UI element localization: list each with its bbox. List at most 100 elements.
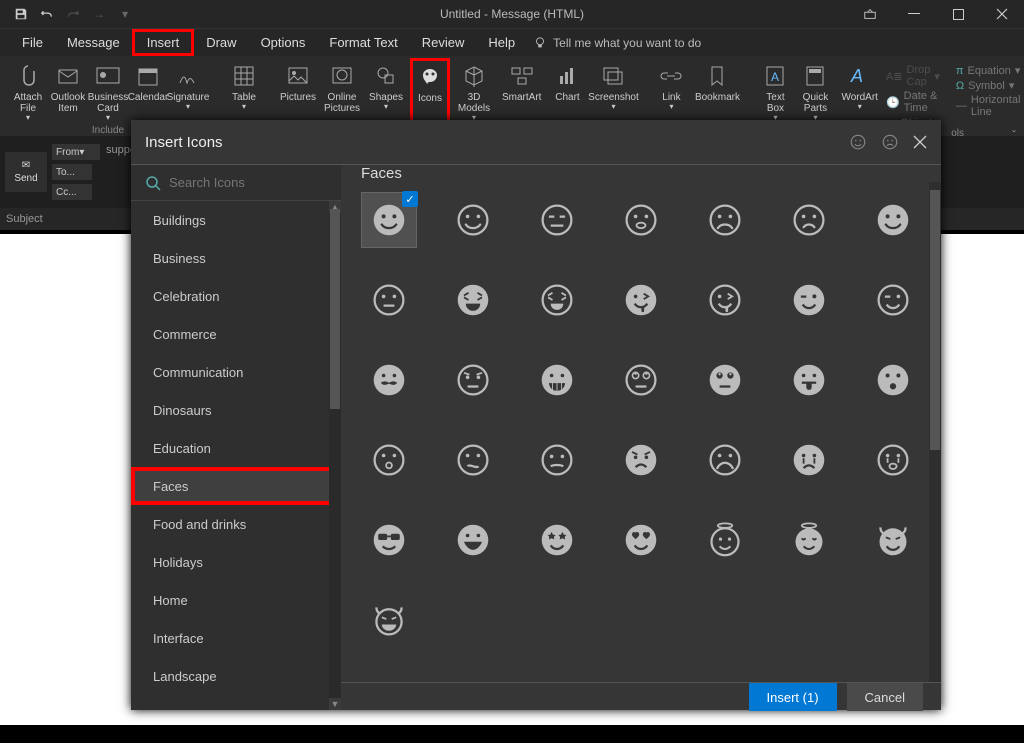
category-celebration[interactable]: Celebration [131,277,341,315]
face-icon-neutral[interactable] [529,192,585,248]
tab-message[interactable]: Message [55,29,132,56]
quickparts-icon [801,62,829,90]
category-dinosaurs[interactable]: Dinosaurs [131,391,341,429]
ribbon-collapse-icon[interactable]: ˇ [1012,128,1016,142]
save-icon[interactable] [14,7,28,21]
face-icon-neutral2[interactable] [361,272,417,328]
face-icon-annoyed[interactable] [445,352,501,408]
insert-icons-dialog: Insert Icons Buildings Business Celebrat… [131,120,941,710]
face-icon-angel-solid[interactable] [781,512,837,568]
category-education[interactable]: Education [131,429,341,467]
business-card-button[interactable]: Business Card▾ [88,60,128,125]
category-business[interactable]: Business [131,239,341,277]
face-icon-open-smile[interactable] [613,192,669,248]
calendar-button[interactable]: Calendar [128,60,168,125]
face-icon-starry[interactable] [529,512,585,568]
face-icon-laugh[interactable] [445,272,501,328]
quick-access-toolbar: → ▾ [0,7,132,21]
symbol-button[interactable]: ΩSymbol ▾ [956,79,1021,92]
face-icon-tongue[interactable] [781,352,837,408]
face-icon-crying[interactable] [781,432,837,488]
face-icon-frown[interactable] [697,192,753,248]
face-icon-bigsmile[interactable] [445,512,501,568]
close-icon[interactable] [913,135,927,149]
face-icon-sunglasses[interactable] [361,512,417,568]
face-icon-sad[interactable] [781,192,837,248]
cancel-button[interactable]: Cancel [847,683,923,711]
feedback-smile-icon[interactable] [849,133,867,151]
category-holidays[interactable]: Holidays [131,543,341,581]
feedback-frown-icon[interactable] [881,133,899,151]
category-landscape[interactable]: Landscape [131,657,341,695]
tab-insert[interactable]: Insert [132,29,195,56]
category-commerce[interactable]: Commerce [131,315,341,353]
face-icon-devil-outline[interactable] [361,592,417,648]
tab-help[interactable]: Help [476,29,527,56]
svg-text:A: A [771,70,779,84]
attach-file-button[interactable]: Attach File▾ [8,60,48,125]
face-icon-smile-solid[interactable]: ✓ [361,192,417,248]
subject-label: Subject [6,213,56,225]
face-icon-silly-outline[interactable] [697,272,753,328]
bottom-bar [0,725,1024,743]
signature-button[interactable]: Signature▾ [168,60,208,125]
equation-button[interactable]: πEquation ▾ [956,64,1021,77]
face-icon-angel[interactable] [697,512,753,568]
face-icon-surprised[interactable] [865,352,921,408]
tab-draw[interactable]: Draw [194,29,248,56]
face-icon-wink[interactable] [781,272,837,328]
grid-scrollbar[interactable] [929,182,941,682]
maximize-button[interactable] [936,0,980,28]
outlook-item-button[interactable]: Outlook Item [48,60,88,125]
minimize-button[interactable] [892,0,936,28]
face-icon-bigfrown[interactable] [697,432,753,488]
face-icon-confused[interactable] [445,432,501,488]
redo-icon [66,7,80,21]
category-food-drinks[interactable]: Food and drinks [131,505,341,543]
scroll-down-icon[interactable]: ▼ [329,698,341,710]
attach-icon [14,62,42,90]
ribbon-options-icon[interactable] [848,0,892,28]
textbox-icon: A [761,62,789,90]
undo-icon[interactable] [40,7,54,21]
to-button[interactable]: To... [52,164,92,180]
face-icon-devil[interactable] [865,512,921,568]
face-icon-eyeroll[interactable] [613,352,669,408]
qat-more-icon[interactable]: ▾ [118,7,132,21]
category-scrollbar[interactable]: ▲ ▼ [329,201,341,710]
send-button[interactable]: ✉ Send [5,152,47,192]
tab-review[interactable]: Review [410,29,477,56]
face-icon-smile-solid2[interactable] [865,192,921,248]
close-button[interactable] [980,0,1024,28]
scroll-thumb[interactable] [330,209,340,409]
face-icon-silly[interactable] [613,272,669,328]
face-icon-hearteyes[interactable] [613,512,669,568]
from-button[interactable]: From ▾ [52,144,100,160]
hline-button[interactable]: —Horizontal Line [956,94,1021,118]
face-icon-crying-outline[interactable] [865,432,921,488]
search-input[interactable] [169,175,319,190]
face-icon-smile-outline[interactable] [445,192,501,248]
face-icon-eyeroll-solid[interactable] [697,352,753,408]
datetime-button[interactable]: 🕒Date & Time [886,90,940,114]
cc-button[interactable]: Cc... [52,184,92,200]
search-box[interactable] [131,165,341,201]
face-icon-laugh-outline[interactable] [529,272,585,328]
face-icon-mustache[interactable] [361,352,417,408]
face-icon-wink-outline[interactable] [865,272,921,328]
category-faces[interactable]: Faces [131,467,341,505]
tab-options[interactable]: Options [249,29,318,56]
category-interface[interactable]: Interface [131,619,341,657]
face-icon-surprised-outline[interactable] [361,432,417,488]
tell-me[interactable]: Tell me what you want to do [533,36,701,50]
tab-file[interactable]: File [10,29,55,56]
grid-scroll-thumb[interactable] [930,190,940,450]
category-home[interactable]: Home [131,581,341,619]
face-icon-worried[interactable] [613,432,669,488]
face-icon-grin[interactable] [529,352,585,408]
category-buildings[interactable]: Buildings [131,201,341,239]
insert-button[interactable]: Insert (1) [749,683,837,711]
tab-format-text[interactable]: Format Text [317,29,409,56]
face-icon-meh[interactable] [529,432,585,488]
category-communication[interactable]: Communication [131,353,341,391]
